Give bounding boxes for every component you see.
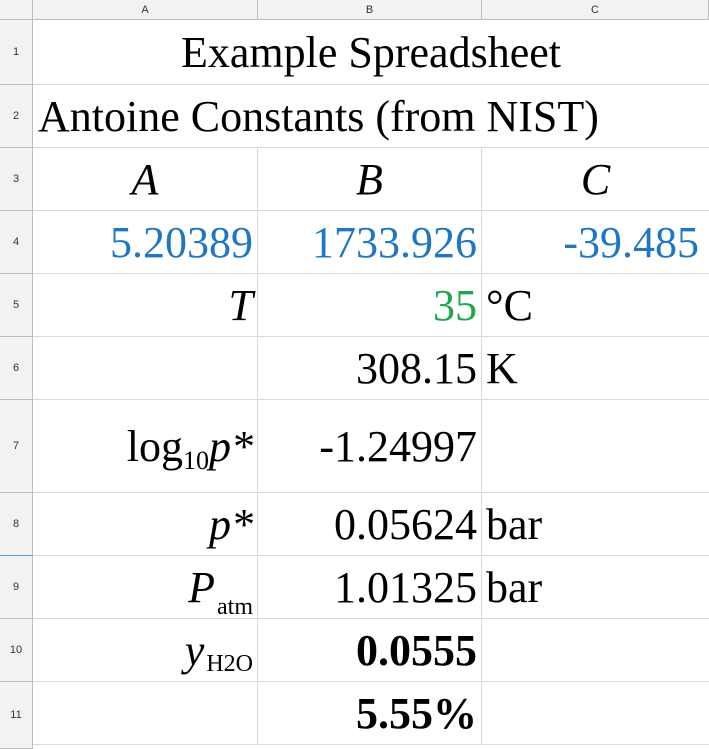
constant-b-header: B [356, 154, 383, 204]
cell-a11[interactable] [33, 682, 258, 745]
temperature-kelvin: 308.15 [356, 343, 477, 393]
temperature-label: T [228, 280, 253, 330]
log-label-main: log [126, 421, 183, 471]
mole-percent-value: 5.55% [356, 688, 477, 738]
cell-a7[interactable]: log10p* [33, 400, 258, 493]
spreadsheet-grid: A B C 1 2 3 4 5 6 7 8 9 10 11 Example Sp… [0, 0, 709, 749]
cell-a5[interactable]: T [33, 274, 258, 337]
title-text: Example Spreadsheet [181, 27, 561, 77]
atm-pressure-value: 1.01325 [334, 562, 477, 612]
cell-b11[interactable]: 5.55% [258, 682, 482, 745]
row-header-2[interactable]: 2 [0, 85, 33, 148]
mole-fraction-label: yH2O [184, 625, 253, 677]
row-header-3[interactable]: 3 [0, 148, 33, 211]
row-header-8[interactable]: 8 [0, 493, 33, 556]
row-header-4[interactable]: 4 [0, 211, 33, 274]
log-pressure-value: -1.24997 [319, 421, 477, 471]
row-header-9[interactable]: 9 [0, 556, 33, 619]
select-all-corner[interactable] [0, 0, 33, 20]
cell-c9[interactable]: bar [482, 556, 709, 619]
atm-label-subscript: atm [217, 593, 253, 620]
atm-pressure-unit: bar [486, 562, 543, 612]
cell-c8[interactable]: bar [482, 493, 709, 556]
constant-c-value: -39.485 [563, 217, 699, 267]
log-label-variable: p* [209, 421, 253, 471]
row-header-10[interactable]: 10 [0, 619, 33, 682]
mole-fraction-subscript: H2O [206, 650, 253, 677]
cell-b3[interactable]: B [258, 148, 482, 211]
cell-a4[interactable]: 5.20389 [33, 211, 258, 274]
cell-b8[interactable]: 0.05624 [258, 493, 482, 556]
temperature-input: 35 [433, 280, 477, 330]
vapor-pressure-value: 0.05624 [334, 499, 477, 549]
column-header-c[interactable]: C [482, 0, 709, 20]
log-label-subscript: 10 [183, 445, 209, 475]
cell-a8[interactable]: p* [33, 493, 258, 556]
row-header-6[interactable]: 6 [0, 337, 33, 400]
mole-fraction-value: 0.0555 [356, 625, 477, 675]
cell-b10[interactable]: 0.0555 [258, 619, 482, 682]
cell-b9[interactable]: 1.01325 [258, 556, 482, 619]
cell-a1-title[interactable]: Example Spreadsheet [33, 20, 709, 85]
cell-c7[interactable] [482, 400, 709, 493]
row-header-1[interactable]: 1 [0, 20, 33, 85]
cell-c3[interactable]: C [482, 148, 709, 211]
constant-a-header: A [131, 154, 159, 204]
cell-a2-subtitle[interactable]: Antoine Constants (from NIST) [33, 85, 709, 148]
cell-a3[interactable]: A [33, 148, 258, 211]
celsius-unit: °C [486, 280, 533, 330]
cell-b4[interactable]: 1733.926 [258, 211, 482, 274]
cell-c10[interactable] [482, 619, 709, 682]
log-pressure-label: log10p* [126, 421, 253, 475]
column-header-b[interactable]: B [258, 0, 482, 20]
mole-fraction-main: y [184, 625, 205, 675]
constant-b-value: 1733.926 [312, 217, 477, 267]
cell-c6[interactable]: K [482, 337, 709, 400]
cell-a10[interactable]: yH2O [33, 619, 258, 682]
cell-a9[interactable]: Patm [33, 556, 258, 620]
kelvin-unit: K [486, 343, 518, 393]
atm-label-main: P [188, 562, 215, 612]
cell-c4[interactable]: -39.485 [482, 211, 709, 274]
constant-a-value: 5.20389 [110, 217, 253, 267]
cell-b6[interactable]: 308.15 [258, 337, 482, 400]
subtitle-text: Antoine Constants (from NIST) [38, 91, 599, 141]
row-header-7[interactable]: 7 [0, 400, 33, 493]
row-header-5[interactable]: 5 [0, 274, 33, 337]
column-header-a[interactable]: A [33, 0, 258, 20]
atm-pressure-label: Patm [188, 562, 253, 620]
row-header-11[interactable]: 11 [0, 682, 33, 749]
vapor-pressure-label: p* [209, 499, 253, 549]
cell-a6[interactable] [33, 337, 258, 400]
vapor-pressure-unit: bar [486, 499, 543, 549]
cell-c5[interactable]: °C [482, 274, 709, 337]
cell-b7[interactable]: -1.24997 [258, 400, 482, 493]
constant-c-header: C [580, 154, 611, 204]
cell-c11[interactable] [482, 682, 709, 745]
cell-b5[interactable]: 35 [258, 274, 482, 337]
